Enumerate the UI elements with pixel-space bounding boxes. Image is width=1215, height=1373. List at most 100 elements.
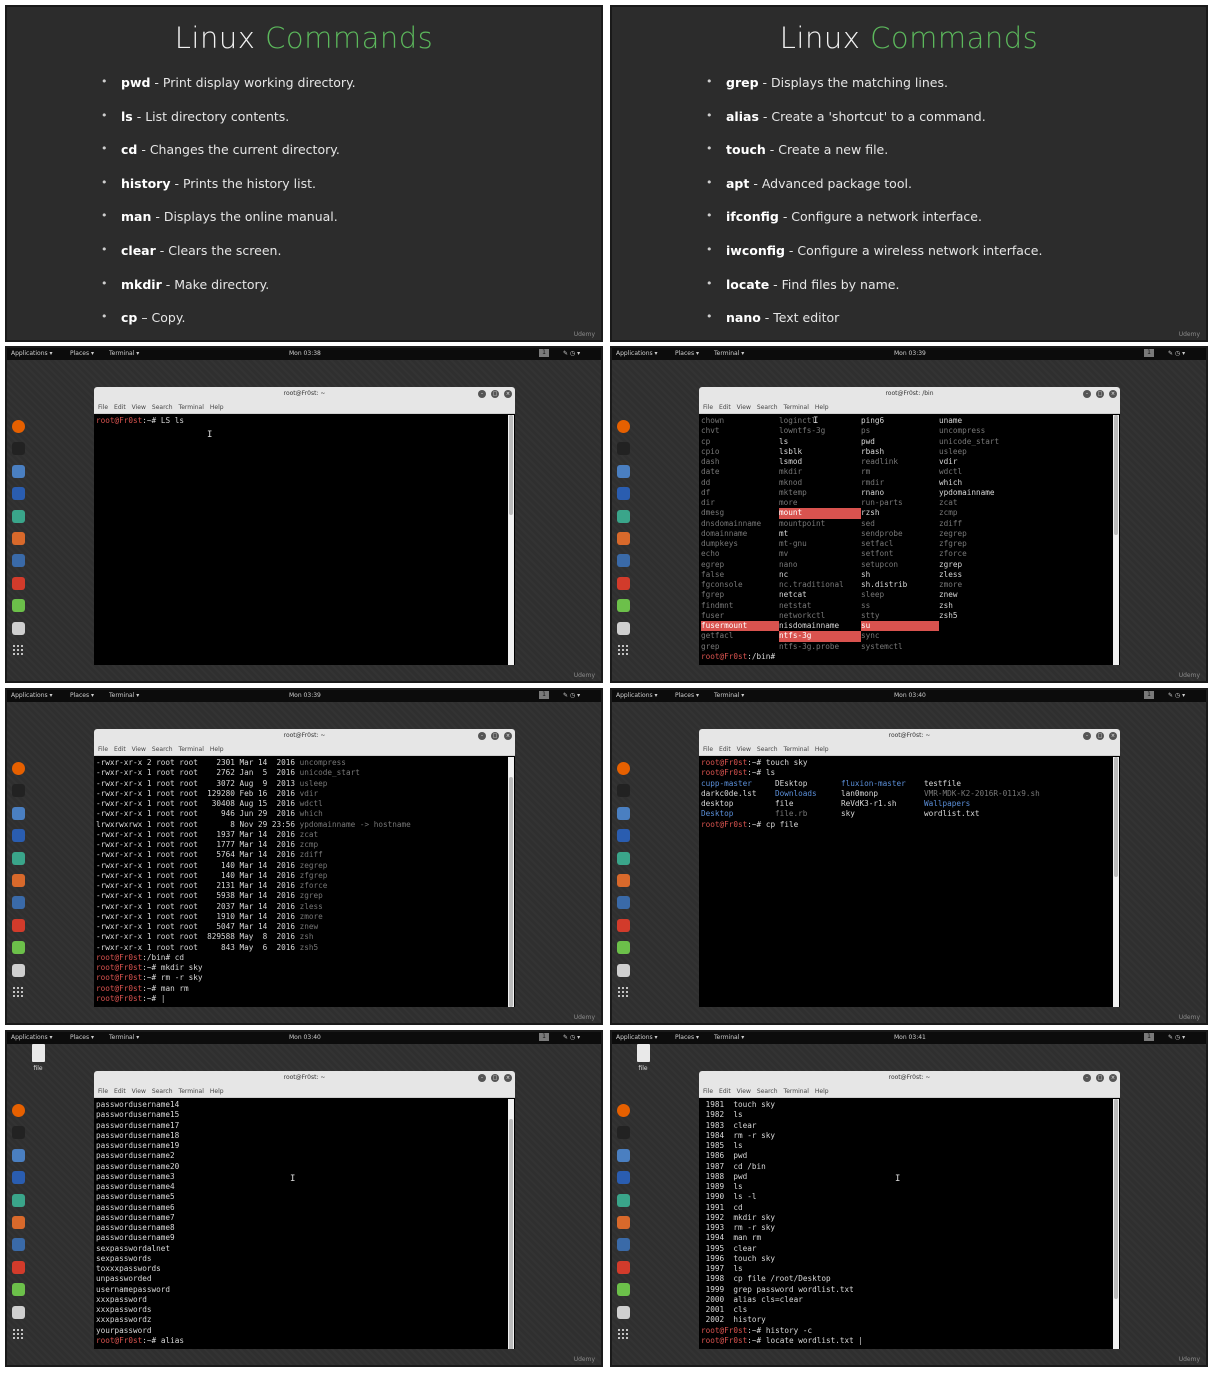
terminal-titlebar[interactable]: root@Fr0st: /bin – □ × <box>699 387 1120 401</box>
places-menu[interactable]: Places ▾ <box>70 350 94 357</box>
metasploit-icon[interactable] <box>11 829 25 843</box>
menu-terminal[interactable]: Terminal <box>179 404 204 411</box>
maltego-icon[interactable] <box>11 554 25 568</box>
armitage-icon[interactable] <box>616 851 630 865</box>
app-grid-icon[interactable] <box>616 1327 630 1341</box>
scrollbar-thumb[interactable] <box>509 1119 513 1349</box>
terminal-output[interactable]: 1981 touch sky 1982 ls 1983 clear 1984 r… <box>700 1099 1112 1349</box>
app-grid-icon[interactable] <box>11 1327 25 1341</box>
menu-help[interactable]: Help <box>210 746 224 753</box>
system-status-icons[interactable]: ✎ ◷ ▾ <box>1168 350 1185 357</box>
menu-terminal[interactable]: Terminal <box>784 404 809 411</box>
faraday-icon[interactable] <box>11 918 25 932</box>
close-icon[interactable]: × <box>504 732 512 740</box>
system-status-icons[interactable]: ✎ ◷ ▾ <box>563 692 580 699</box>
burpsuite-icon[interactable] <box>11 531 25 545</box>
maximize-icon[interactable]: □ <box>491 1074 499 1082</box>
faraday-icon[interactable] <box>11 576 25 590</box>
menu-file[interactable]: File <box>98 1088 108 1095</box>
terminal-app-menu[interactable]: Terminal ▾ <box>714 1034 744 1041</box>
files-icon[interactable] <box>616 464 630 478</box>
menu-file[interactable]: File <box>703 746 713 753</box>
places-menu[interactable]: Places ▾ <box>675 350 699 357</box>
faraday-icon[interactable] <box>616 918 630 932</box>
leafpad-icon[interactable] <box>11 599 25 613</box>
menu-terminal[interactable]: Terminal <box>179 746 204 753</box>
menu-terminal[interactable]: Terminal <box>179 1088 204 1095</box>
menu-file[interactable]: File <box>98 404 108 411</box>
clock[interactable]: Mon 03:40 <box>894 692 926 699</box>
minimize-icon[interactable]: – <box>1083 732 1091 740</box>
terminal-app-menu[interactable]: Terminal ▾ <box>109 350 139 357</box>
minimize-icon[interactable]: – <box>1083 390 1091 398</box>
firefox-icon[interactable] <box>616 762 630 775</box>
armitage-icon[interactable] <box>11 1193 25 1207</box>
menu-view[interactable]: View <box>737 746 751 753</box>
maltego-icon[interactable] <box>616 554 630 568</box>
menu-edit[interactable]: Edit <box>719 1088 731 1095</box>
scrollbar-thumb[interactable] <box>509 777 513 1007</box>
terminal-scrollbar[interactable] <box>508 1099 514 1349</box>
metasploit-icon[interactable] <box>11 1171 25 1185</box>
burpsuite-icon[interactable] <box>11 1215 25 1229</box>
menu-help[interactable]: Help <box>815 404 829 411</box>
armitage-icon[interactable] <box>616 1193 630 1207</box>
terminal-output[interactable]: -rwxr-xr-x 2 root root 2301 Mar 14 2016 … <box>95 757 507 1007</box>
armitage-icon[interactable] <box>11 851 25 865</box>
menu-search[interactable]: Search <box>152 1088 173 1095</box>
terminal-window[interactable]: root@Fr0st: /bin – □ × File Edit View Search Ter… <box>699 387 1120 665</box>
clock[interactable]: Mon 03:39 <box>289 692 321 699</box>
terminal-scrollbar[interactable] <box>508 415 514 665</box>
firefox-icon[interactable] <box>11 420 25 433</box>
clock[interactable]: Mon 03:40 <box>289 1034 321 1041</box>
menu-file[interactable]: File <box>703 1088 713 1095</box>
workspace-indicator[interactable]: 1 <box>1144 349 1154 357</box>
maximize-icon[interactable]: □ <box>491 390 499 398</box>
menu-search[interactable]: Search <box>152 746 173 753</box>
faraday-icon[interactable] <box>616 576 630 590</box>
system-status-icons[interactable]: ✎ ◷ ▾ <box>563 350 580 357</box>
clock[interactable]: Mon 03:39 <box>894 350 926 357</box>
armitage-icon[interactable] <box>11 509 25 523</box>
terminal-app-menu[interactable]: Terminal ▾ <box>714 350 744 357</box>
menu-view[interactable]: View <box>737 404 751 411</box>
terminal-scrollbar[interactable] <box>1113 415 1119 665</box>
scrollbar-thumb[interactable] <box>1114 415 1118 535</box>
places-menu[interactable]: Places ▾ <box>675 692 699 699</box>
applications-menu[interactable]: Applications ▾ <box>616 1034 658 1041</box>
terminal-window[interactable]: root@Fr0st: ~ – □ × File Edit View Search Termin… <box>94 1071 515 1349</box>
app-grid-icon[interactable] <box>11 643 25 657</box>
menu-edit[interactable]: Edit <box>114 746 126 753</box>
minimize-icon[interactable]: – <box>478 732 486 740</box>
menu-help[interactable]: Help <box>815 746 829 753</box>
menu-edit[interactable]: Edit <box>719 404 731 411</box>
menu-search[interactable]: Search <box>757 746 778 753</box>
close-icon[interactable]: × <box>1109 1074 1117 1082</box>
workspace-indicator[interactable]: 1 <box>539 1033 549 1041</box>
faraday-icon[interactable] <box>11 1260 25 1274</box>
menu-help[interactable]: Help <box>210 404 224 411</box>
minimize-icon[interactable]: – <box>478 390 486 398</box>
app-grid-icon[interactable] <box>11 985 25 999</box>
metasploit-icon[interactable] <box>616 829 630 843</box>
keyboard-icon[interactable] <box>616 1305 630 1319</box>
clock[interactable]: Mon 03:38 <box>289 350 321 357</box>
workspace-indicator[interactable]: 1 <box>539 349 549 357</box>
files-icon[interactable] <box>11 464 25 478</box>
terminal-icon[interactable] <box>616 1126 630 1140</box>
terminal-icon[interactable] <box>616 442 630 456</box>
files-icon[interactable] <box>616 1148 630 1162</box>
maximize-icon[interactable]: □ <box>491 732 499 740</box>
system-status-icons[interactable]: ✎ ◷ ▾ <box>563 1034 580 1041</box>
terminal-icon[interactable] <box>616 784 630 798</box>
menu-search[interactable]: Search <box>757 1088 778 1095</box>
menu-search[interactable]: Search <box>152 404 173 411</box>
menu-search[interactable]: Search <box>757 404 778 411</box>
firefox-icon[interactable] <box>616 420 630 433</box>
metasploit-icon[interactable] <box>11 487 25 501</box>
workspace-indicator[interactable]: 1 <box>1144 691 1154 699</box>
terminal-app-menu[interactable]: Terminal ▾ <box>714 692 744 699</box>
faraday-icon[interactable] <box>616 1260 630 1274</box>
close-icon[interactable]: × <box>504 390 512 398</box>
terminal-titlebar[interactable]: root@Fr0st: ~ – □ × <box>699 729 1120 743</box>
